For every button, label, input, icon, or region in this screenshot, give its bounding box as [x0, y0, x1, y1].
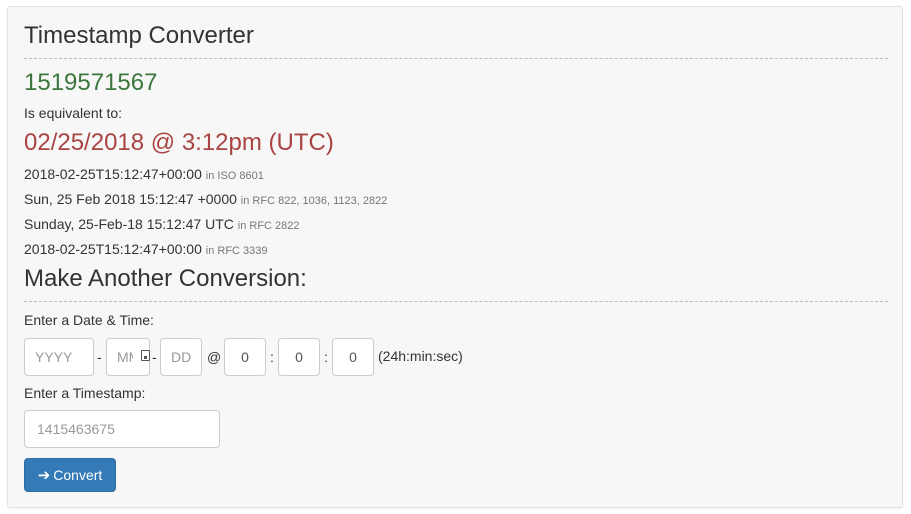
format-row-rfc2822: Sunday, 25-Feb-18 15:12:47 UTC in RFC 28…: [24, 215, 300, 235]
format-standard: in RFC 2822: [237, 220, 300, 232]
title-divider: [24, 58, 888, 59]
timestamp-label: Enter a Timestamp:: [24, 385, 146, 401]
format-value: Sun, 25 Feb 2018 15:12:47 +0000: [24, 191, 237, 207]
converter-panel: Timestamp Converter 1519571567 Is equiva…: [7, 6, 903, 508]
calendar-picker-icon[interactable]: [141, 350, 150, 361]
page-title: Timestamp Converter: [24, 22, 254, 49]
format-row-iso8601: 2018-02-25T15:12:47+00:00 in ISO 8601: [24, 165, 264, 185]
format-row-rfc822: Sun, 25 Feb 2018 15:12:47 +0000 in RFC 8…: [24, 190, 387, 210]
second-input[interactable]: [332, 338, 374, 376]
equivalent-label: Is equivalent to:: [24, 105, 123, 121]
format-value: 2018-02-25T15:12:47+00:00: [24, 241, 202, 257]
day-input[interactable]: [160, 338, 202, 376]
section-title: Make Another Conversion:: [24, 265, 307, 292]
format-value: Sunday, 25-Feb-18 15:12:47 UTC: [24, 216, 234, 232]
minute-input[interactable]: [278, 338, 320, 376]
format-standard: in RFC 822, 1036, 1123, 2822: [240, 195, 388, 207]
arrow-right-icon: ➔: [37, 466, 51, 484]
year-input[interactable]: [24, 338, 94, 376]
at-separator: @: [207, 349, 222, 365]
convert-button[interactable]: ➔ Convert: [24, 458, 116, 492]
format-row-rfc3339: 2018-02-25T15:12:47+00:00 in RFC 3339: [24, 240, 268, 260]
section-divider: [24, 301, 888, 302]
converted-timestamp: 1519571567: [24, 69, 158, 96]
time-format-hint: (24h:min:sec): [378, 348, 463, 364]
format-standard: in RFC 3339: [205, 245, 268, 257]
date-separator: -: [97, 349, 102, 365]
time-separator: :: [270, 349, 274, 365]
hour-input[interactable]: [224, 338, 266, 376]
format-standard: in ISO 8601: [205, 170, 264, 182]
date-time-label: Enter a Date & Time:: [24, 312, 154, 328]
time-separator: :: [324, 349, 328, 365]
convert-button-label: Convert: [53, 467, 103, 483]
date-separator: -: [152, 349, 157, 365]
format-value: 2018-02-25T15:12:47+00:00: [24, 166, 202, 182]
human-readable-date: 02/25/2018 @ 3:12pm (UTC): [24, 129, 334, 156]
timestamp-input[interactable]: [24, 410, 220, 448]
